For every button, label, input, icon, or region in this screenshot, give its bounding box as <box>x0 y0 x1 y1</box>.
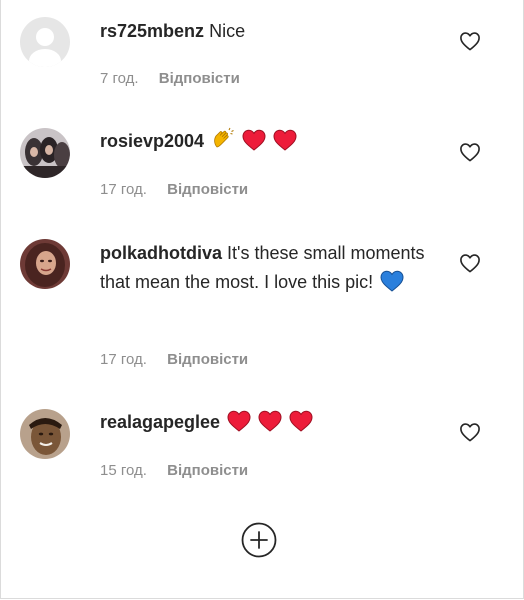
comment-time[interactable]: 17 год. <box>100 351 147 368</box>
avatar[interactable] <box>20 17 70 67</box>
plus-circle-icon <box>241 522 277 562</box>
avatar[interactable] <box>20 128 70 178</box>
red-heart-emoji <box>289 410 313 441</box>
comment-meta: 7 год. Відповісти <box>100 70 240 87</box>
reply-button[interactable]: Відповісти <box>159 70 240 87</box>
comment-text: realagapeglee <box>100 408 430 441</box>
red-heart-emoji <box>242 129 266 160</box>
red-heart-emoji <box>273 129 297 160</box>
comment-text: rs725mbenz Nice <box>100 17 430 46</box>
comment-username[interactable]: realagapeglee <box>100 412 220 432</box>
comment-meta: 15 год. Відповісти <box>100 462 248 479</box>
comment-text: polkadhotdiva It's these small moments t… <box>100 239 430 301</box>
reply-button[interactable]: Відповісти <box>167 351 248 368</box>
avatar[interactable] <box>20 239 70 289</box>
comment-meta: 17 год. Відповісти <box>100 181 248 198</box>
comment-username[interactable]: rs725mbenz <box>100 21 204 41</box>
load-more-comments-button[interactable] <box>241 522 277 558</box>
comment-time[interactable]: 15 год. <box>100 462 147 479</box>
like-heart-icon[interactable] <box>459 253 481 273</box>
like-heart-icon[interactable] <box>459 142 481 162</box>
red-heart-emoji <box>227 410 251 441</box>
comment-time[interactable]: 7 год. <box>100 70 139 87</box>
red-heart-emoji <box>258 410 282 441</box>
comment-text: rosievp2004 <box>100 127 430 160</box>
comment-username[interactable]: rosievp2004 <box>100 131 204 151</box>
like-heart-icon[interactable] <box>459 31 481 51</box>
comment-message: Nice <box>209 21 246 41</box>
avatar[interactable] <box>20 409 70 459</box>
like-heart-icon[interactable] <box>459 422 481 442</box>
blue-heart-emoji <box>380 270 404 301</box>
clapping-hands-emoji <box>211 127 235 160</box>
reply-button[interactable]: Відповісти <box>167 181 248 198</box>
comment-username[interactable]: polkadhotdiva <box>100 243 222 263</box>
comment-meta: 17 год. Відповісти <box>100 351 248 368</box>
reply-button[interactable]: Відповісти <box>167 462 248 479</box>
comment-time[interactable]: 17 год. <box>100 181 147 198</box>
